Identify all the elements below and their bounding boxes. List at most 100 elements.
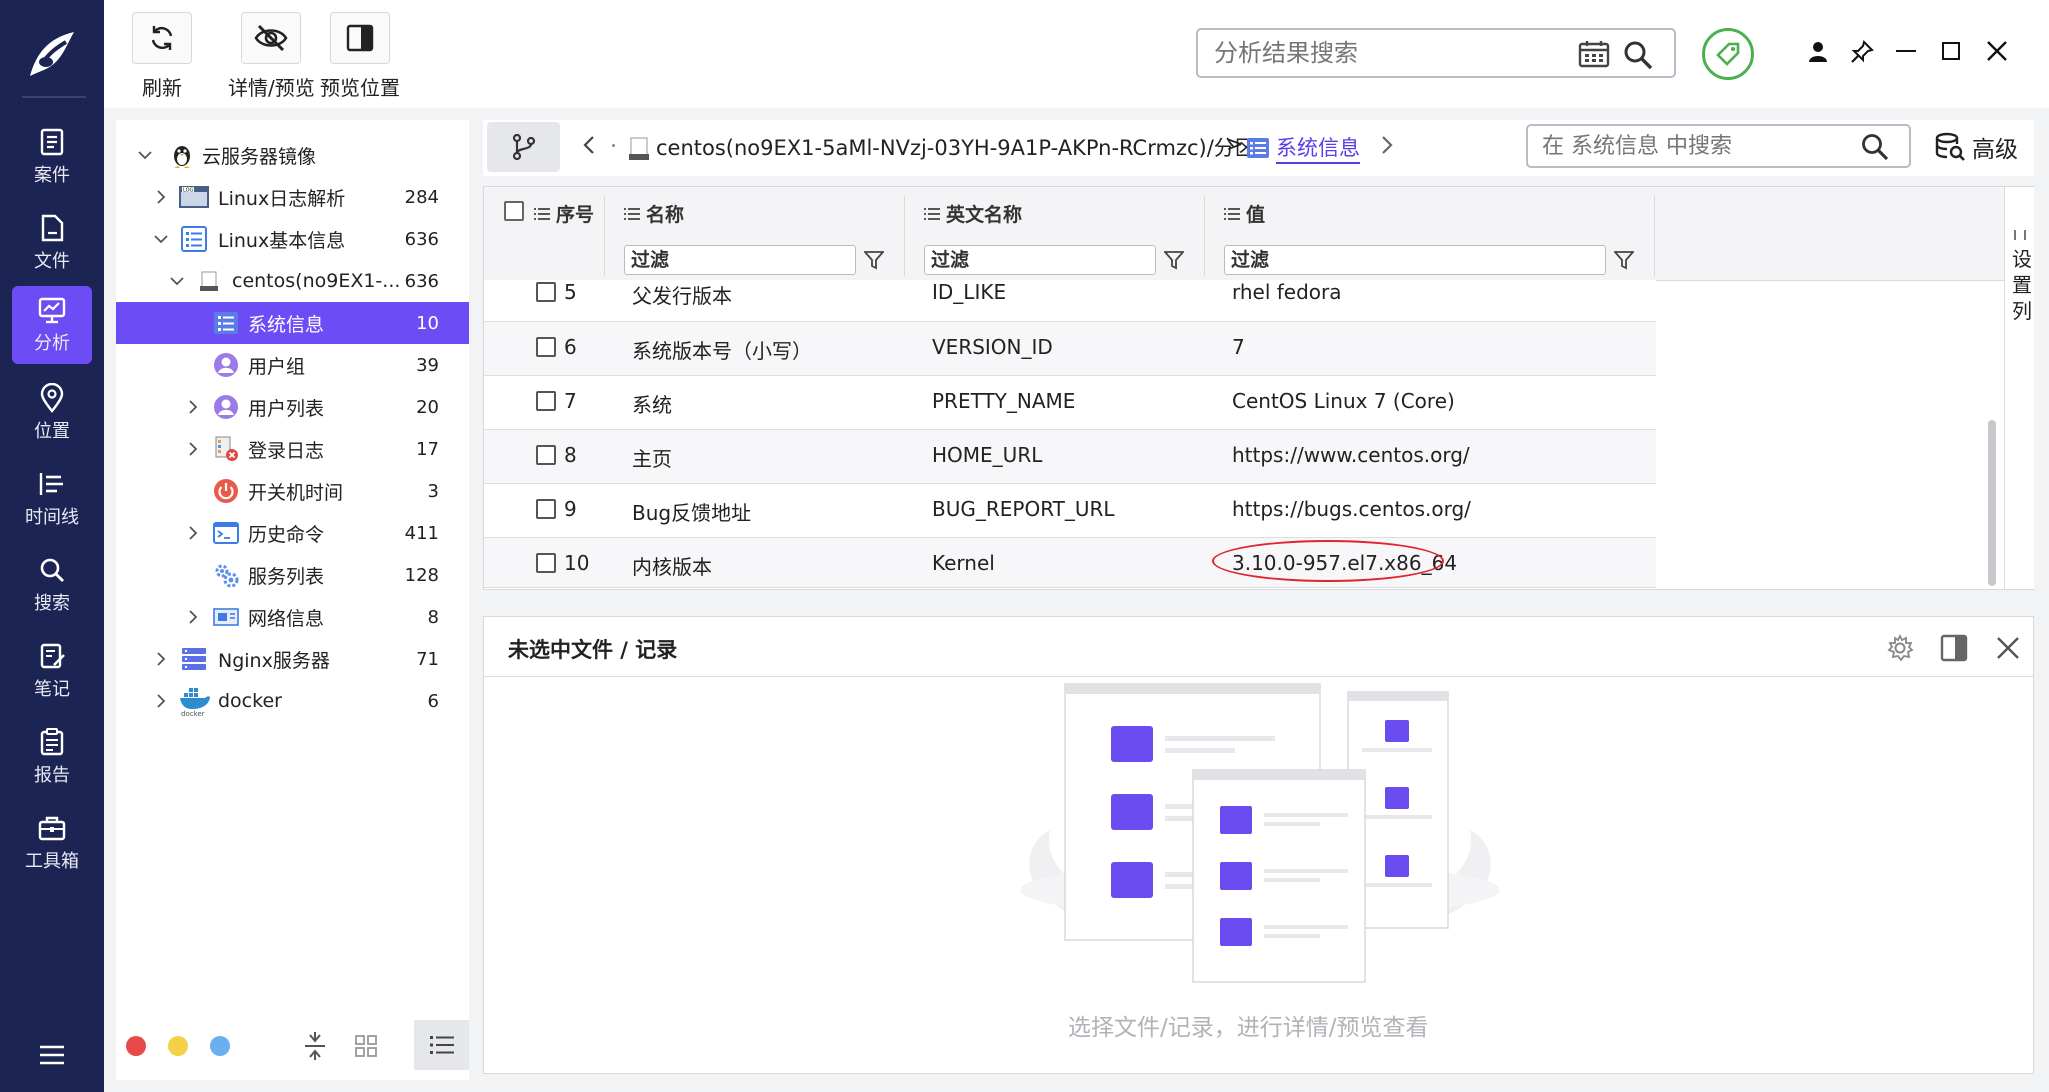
column-header-index[interactable]: 序号 (534, 200, 594, 227)
tree-item-count: 71 (416, 648, 439, 670)
table-row[interactable]: 6 系统版本号（小写） VERSION_ID 7 (484, 322, 1656, 376)
column-divider[interactable] (904, 196, 905, 276)
grid-view-icon[interactable] (354, 1034, 378, 1058)
column-divider[interactable] (1654, 196, 1655, 276)
nav-divider (22, 96, 86, 98)
nav-item-analysis[interactable]: 分析 (12, 286, 92, 364)
row-checkbox[interactable] (536, 445, 556, 465)
table-row[interactable]: 10 内核版本 Kernel 3.10.0-957.el7.x86_64 (484, 538, 1656, 588)
select-all-checkbox[interactable] (504, 201, 524, 221)
analysis-search-input[interactable] (1214, 38, 1554, 68)
breadcrumb-current[interactable]: 系统信息 (1276, 132, 1360, 164)
user-icon[interactable] (1806, 40, 1830, 64)
close-icon[interactable] (1996, 636, 2020, 660)
tree-item-user-group[interactable]: 用户组 39 (116, 344, 469, 386)
nav-label: 时间线 (25, 507, 79, 528)
tree-item-user-list[interactable]: 用户列表 20 (116, 386, 469, 428)
tree-item-network[interactable]: 网络信息 8 (116, 596, 469, 638)
calendar-icon[interactable] (1578, 40, 1610, 68)
section-search-input[interactable] (1542, 132, 1842, 160)
nav-item-file[interactable]: 文件 (12, 204, 92, 282)
tree-item-root[interactable]: 云服务器镜像 (116, 134, 469, 176)
analysis-search[interactable] (1196, 28, 1676, 78)
tree-item-nginx[interactable]: Nginx服务器 71 (116, 638, 469, 680)
section-search[interactable] (1526, 124, 1911, 168)
tree-item-label: 用户列表 (248, 397, 325, 420)
column-header-en-name[interactable]: 英文名称 (924, 200, 1022, 227)
refresh-button[interactable]: 刷新 (132, 12, 192, 101)
app-logo-icon (22, 24, 82, 84)
color-dot-blue[interactable] (210, 1036, 230, 1056)
chevron-left-icon[interactable] (582, 134, 596, 156)
tree-item-login-log[interactable]: 登录日志 17 (116, 428, 469, 470)
settings-column-button[interactable]: 设置列 (2012, 230, 2032, 324)
cell-index: 9 (564, 497, 577, 521)
panel-toggle-icon[interactable] (1940, 634, 1968, 662)
tree-item-power-time[interactable]: 开关机时间 3 (116, 470, 469, 512)
filter-name-input[interactable]: 过滤 (624, 245, 856, 275)
nav-item-note[interactable]: 笔记 (12, 632, 92, 710)
color-dot-red[interactable] (126, 1036, 146, 1056)
nav-item-report[interactable]: 报告 (12, 718, 92, 796)
collapse-all-icon[interactable] (303, 1032, 327, 1060)
table-scrollbar[interactable] (1988, 420, 1996, 586)
pin-icon[interactable] (1850, 40, 1874, 64)
breadcrumb-path[interactable]: centos(no9EX1-5aMl-NVzj-03YH-9A1P-AKPn-R… (656, 132, 1269, 162)
table-row[interactable]: 5 父发行版本 ID_LIKE rhel fedora (484, 280, 1656, 322)
tree-item-label: docker (218, 690, 282, 712)
tree-item-service-list[interactable]: 服务列表 128 (116, 554, 469, 596)
nav-item-timeline[interactable]: 时间线 (12, 460, 92, 538)
column-divider[interactable] (1204, 196, 1205, 276)
tree-item-docker[interactable]: docker docker 6 (116, 680, 469, 722)
menu-icon[interactable] (38, 1044, 66, 1066)
chevron-right-icon[interactable] (1380, 134, 1394, 156)
minimize-icon[interactable] (1896, 50, 1916, 52)
tree-item-linux-log[interactable]: LOG Linux日志解析 284 (116, 176, 469, 218)
maximize-icon[interactable] (1942, 42, 1960, 60)
nav-item-search[interactable]: 搜索 (12, 546, 92, 624)
detail-preview-button[interactable]: 详情/预览 (228, 12, 315, 101)
column-menu-icon (624, 207, 640, 220)
status-tag-button[interactable] (1702, 28, 1754, 80)
close-window-icon[interactable] (1986, 40, 2008, 62)
color-dot-yellow[interactable] (168, 1036, 188, 1056)
column-divider[interactable] (604, 196, 605, 276)
network-card-icon (213, 608, 239, 626)
tree-item-label: 用户组 (248, 355, 306, 378)
gear-icon[interactable] (1886, 634, 1914, 662)
advanced-search-button[interactable]: 高级 (1934, 130, 2018, 164)
tree-item-label: 开关机时间 (248, 481, 344, 504)
column-header-value[interactable]: 值 (1224, 200, 1265, 227)
filter-en-name-input[interactable]: 过滤 (924, 245, 1156, 275)
search-submit-icon[interactable] (1622, 39, 1654, 71)
row-checkbox[interactable] (536, 282, 556, 302)
nav-item-case[interactable]: 案件 (12, 118, 92, 196)
table-row[interactable]: 7 系统 PRETTY_NAME CentOS Linux 7 (Core) (484, 376, 1656, 430)
filter-icon[interactable] (864, 250, 884, 270)
cell-value[interactable]: https://www.centos.org/ (1232, 443, 1470, 467)
tree-item-history[interactable]: 历史命令 411 (116, 512, 469, 554)
tree-item-system-info[interactable]: 系统信息 10 (116, 302, 469, 344)
row-checkbox[interactable] (536, 391, 556, 411)
column-header-name[interactable]: 名称 (624, 200, 684, 227)
row-checkbox[interactable] (536, 499, 556, 519)
nav-item-location[interactable]: 位置 (12, 374, 92, 452)
tree-item-centos[interactable]: centos(no9EX1-... 636 (116, 260, 469, 302)
cell-value: CentOS Linux 7 (Core) (1232, 389, 1455, 413)
row-checkbox[interactable] (536, 337, 556, 357)
cell-value[interactable]: https://bugs.centos.org/ (1232, 497, 1471, 521)
filter-icon[interactable] (1164, 250, 1184, 270)
empty-state-hint: 选择文件/记录，进行详情/预览查看 (1068, 1015, 1429, 1041)
branch-button[interactable] (487, 122, 560, 172)
tag-icon (1716, 42, 1740, 66)
filter-value-input[interactable]: 过滤 (1224, 245, 1606, 275)
nav-item-toolbox[interactable]: 工具箱 (12, 804, 92, 882)
tree-item-linux-basic[interactable]: Linux基本信息 636 (116, 218, 469, 260)
list-view-button[interactable] (414, 1020, 469, 1070)
row-checkbox[interactable] (536, 553, 556, 573)
filter-icon[interactable] (1614, 250, 1634, 270)
preview-position-button[interactable]: 预览位置 (320, 12, 400, 101)
search-icon[interactable] (1860, 132, 1890, 162)
table-row[interactable]: 9 Bug反馈地址 BUG_REPORT_URL https://bugs.ce… (484, 484, 1656, 538)
table-row[interactable]: 8 主页 HOME_URL https://www.centos.org/ (484, 430, 1656, 484)
